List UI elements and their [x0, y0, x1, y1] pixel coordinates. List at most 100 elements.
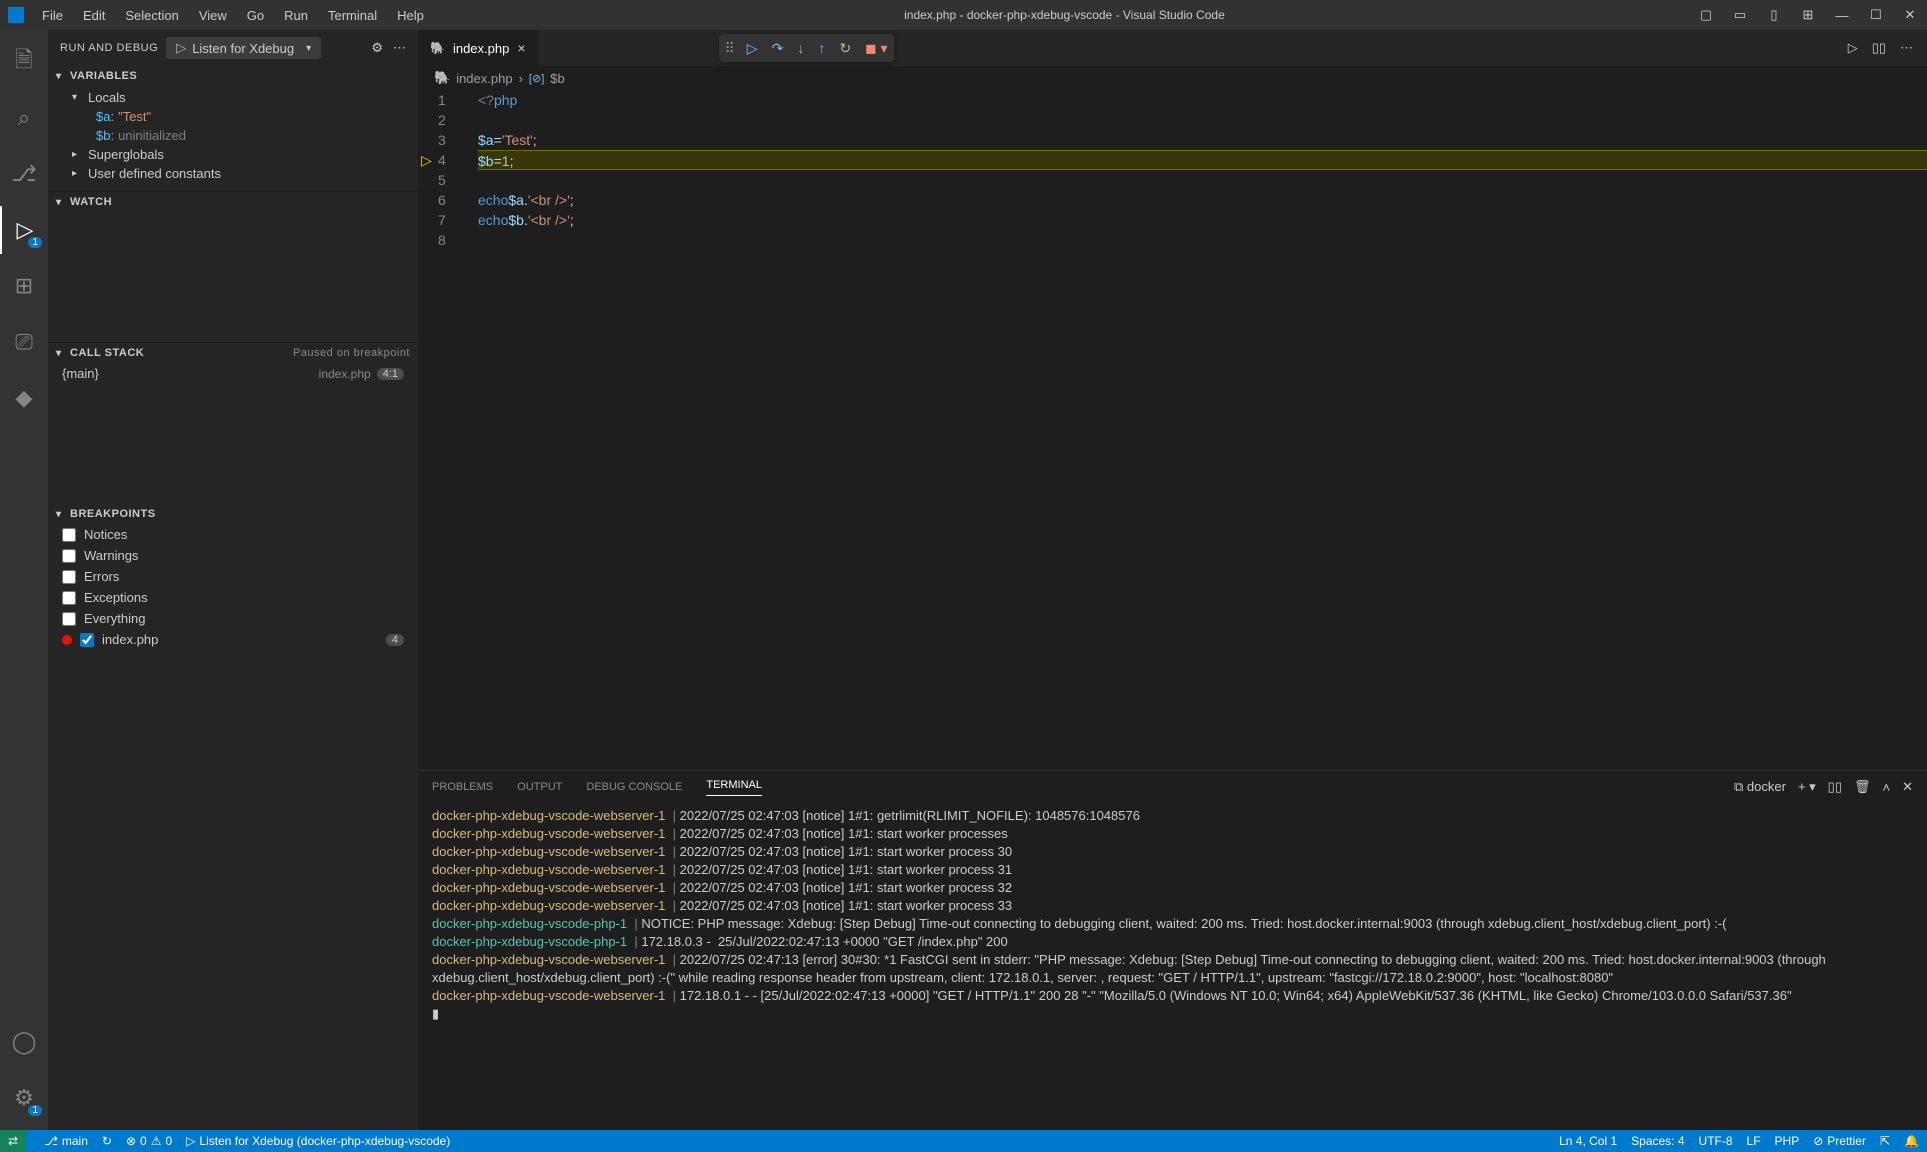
variables-scope-superglobals[interactable]: ▸ Superglobals — [48, 145, 418, 164]
breakpoint-checkbox[interactable] — [80, 633, 94, 647]
code-line[interactable]: $b = 1; — [478, 150, 1927, 170]
step-over-button[interactable]: ↷ — [772, 40, 784, 57]
settings-icon[interactable]: ⚙1 — [0, 1074, 48, 1122]
code-line[interactable] — [478, 110, 1927, 130]
callstack-section-header[interactable]: ▾ CALL STACK Paused on breakpoint — [48, 343, 418, 363]
step-out-button[interactable]: ↑ — [818, 40, 825, 56]
split-icon[interactable]: ▯▯ — [1872, 40, 1886, 56]
menu-file[interactable]: File — [34, 4, 71, 27]
restart-button[interactable]: ↻ — [839, 40, 851, 57]
panel-tab-problems[interactable]: PROBLEMS — [432, 781, 493, 793]
scm-branch[interactable]: ⎇ main — [44, 1134, 88, 1148]
docker-icon[interactable]: ◆ — [0, 374, 48, 422]
sync-button[interactable]: ↻ — [102, 1134, 112, 1148]
debug-icon[interactable]: ▷1 — [0, 206, 48, 254]
problems-status[interactable]: ⊗ 0 ⚠ 0 — [126, 1134, 172, 1148]
grip-icon[interactable]: ⠿ — [725, 40, 733, 57]
breakpoint-category[interactable]: Errors — [48, 566, 418, 587]
debug-toolbar[interactable]: ⠿ ▷ ↷ ↓ ↑ ↻ ◼ ▾ — [719, 34, 894, 62]
prettier-status[interactable]: ⊘ Prettier — [1813, 1134, 1866, 1148]
php-icon: 🐘 — [434, 70, 450, 86]
variables-section-header[interactable]: ▾ VARIABLES — [48, 66, 418, 86]
menu-selection[interactable]: Selection — [117, 4, 186, 27]
debug-config-dropdown[interactable]: ▷ Listen for Xdebug ▾ — [166, 37, 321, 59]
menu-terminal[interactable]: Terminal — [320, 4, 385, 27]
variable-row[interactable]: $a: "Test" — [48, 107, 418, 126]
breakpoint-file-row[interactable]: index.php 4 — [48, 629, 418, 650]
line-number: 7 — [438, 210, 466, 230]
close-icon[interactable]: × — [517, 40, 525, 56]
language-status[interactable]: PHP — [1775, 1134, 1800, 1148]
layout-icon[interactable]: ▢ — [1697, 7, 1715, 23]
menu-edit[interactable]: Edit — [75, 4, 113, 27]
breakpoint-checkbox[interactable] — [62, 528, 76, 542]
code-line[interactable] — [478, 170, 1927, 190]
breakpoint-category[interactable]: Warnings — [48, 545, 418, 566]
breadcrumb[interactable]: 🐘 index.php › [⊘] $b — [418, 66, 1927, 90]
layout-icon[interactable]: ▯ — [1765, 7, 1783, 23]
debug-status[interactable]: ▷ Listen for Xdebug (docker-php-xdebug-v… — [186, 1134, 450, 1148]
panel-tab-terminal[interactable]: TERMINAL — [706, 779, 762, 796]
variables-scope-constants[interactable]: ▸ User defined constants — [48, 164, 418, 183]
close-panel-button[interactable]: ✕ — [1902, 779, 1913, 795]
breakpoint-checkbox[interactable] — [62, 570, 76, 584]
menu-run[interactable]: Run — [276, 4, 316, 27]
stack-frame[interactable]: {main} index.php 4:1 — [48, 363, 418, 384]
symbol-icon: [⊘] — [529, 72, 544, 85]
step-into-button[interactable]: ↓ — [797, 40, 804, 56]
chevron-up-icon[interactable]: ˄ — [1883, 780, 1891, 795]
continue-button[interactable]: ▷ — [747, 40, 758, 57]
stop-button[interactable]: ◼ ▾ — [865, 40, 888, 57]
gear-icon[interactable]: ⚙ — [371, 40, 383, 56]
layout-icon[interactable]: ▭ — [1731, 7, 1749, 23]
more-icon[interactable]: ⋯ — [1900, 40, 1913, 56]
panel-tab-output[interactable]: OUTPUT — [517, 781, 562, 793]
explorer-icon[interactable]: 🗎 — [0, 38, 48, 86]
code-editor[interactable]: ▷ 12345678 <?php$a = 'Test';$b = 1;echo … — [418, 90, 1927, 770]
account-icon[interactable]: ◯ — [0, 1018, 48, 1066]
feedback-icon[interactable]: ⇱ — [1880, 1134, 1890, 1148]
new-terminal-button[interactable]: + ▾ — [1798, 779, 1816, 795]
panel-tab-debug-console[interactable]: DEBUG CONSOLE — [586, 781, 682, 793]
breakpoint-category[interactable]: Exceptions — [48, 587, 418, 608]
run-icon[interactable]: ▷ — [1848, 40, 1858, 56]
eol-status[interactable]: LF — [1747, 1134, 1761, 1148]
editor-tab-index-php[interactable]: 🐘 index.php × — [418, 30, 539, 66]
watch-section-header[interactable]: ▾ WATCH — [48, 192, 418, 212]
variables-scope-locals[interactable]: ▾ Locals — [48, 88, 418, 107]
code-line[interactable]: <?php — [478, 90, 1927, 110]
code-line[interactable] — [478, 230, 1927, 250]
code-line[interactable]: echo $b . '<br />'; — [478, 210, 1927, 230]
code-line[interactable]: $a = 'Test'; — [478, 130, 1927, 150]
terminal-output[interactable]: docker-php-xdebug-vscode-webserver-1 | 2… — [418, 803, 1927, 1130]
indent-status[interactable]: Spaces: 4 — [1631, 1134, 1684, 1148]
remote-indicator[interactable]: ⇄ — [0, 1130, 26, 1152]
breakpoint-category[interactable]: Everything — [48, 608, 418, 629]
encoding-status[interactable]: UTF-8 — [1699, 1134, 1733, 1148]
breakpoint-checkbox[interactable] — [62, 549, 76, 563]
more-icon[interactable]: ⋯ — [393, 40, 406, 56]
trash-icon[interactable]: 🗑 — [1854, 779, 1871, 795]
split-terminal-button[interactable]: ▯▯ — [1828, 779, 1842, 795]
maximize-button[interactable]: ☐ — [1867, 7, 1885, 23]
window-controls: ▢ ▭ ▯ ⊞ — ☐ ✕ — [1697, 7, 1919, 23]
breakpoint-checkbox[interactable] — [62, 591, 76, 605]
menu-view[interactable]: View — [191, 4, 235, 27]
terminal-shell-label[interactable]: ⧉ docker — [1734, 779, 1786, 795]
minimize-button[interactable]: — — [1833, 8, 1851, 23]
breakpoints-section-header[interactable]: ▾ BREAKPOINTS — [48, 504, 418, 524]
extensions-icon[interactable]: ⊞ — [0, 262, 48, 310]
cursor-position[interactable]: Ln 4, Col 1 — [1559, 1134, 1617, 1148]
menu-go[interactable]: Go — [239, 4, 272, 27]
close-button[interactable]: ✕ — [1901, 7, 1919, 23]
breakpoint-checkbox[interactable] — [62, 612, 76, 626]
breakpoint-category[interactable]: Notices — [48, 524, 418, 545]
scm-icon[interactable]: ⎇ — [0, 150, 48, 198]
menu-help[interactable]: Help — [389, 4, 432, 27]
search-icon[interactable]: ⌕ — [0, 94, 48, 142]
remote-icon[interactable]: ⎚ — [0, 318, 48, 366]
layout-icon[interactable]: ⊞ — [1799, 7, 1817, 23]
bell-icon[interactable]: 🔔 — [1904, 1134, 1919, 1148]
variable-row[interactable]: $b: uninitialized — [48, 126, 418, 145]
code-line[interactable]: echo $a . '<br />'; — [478, 190, 1927, 210]
